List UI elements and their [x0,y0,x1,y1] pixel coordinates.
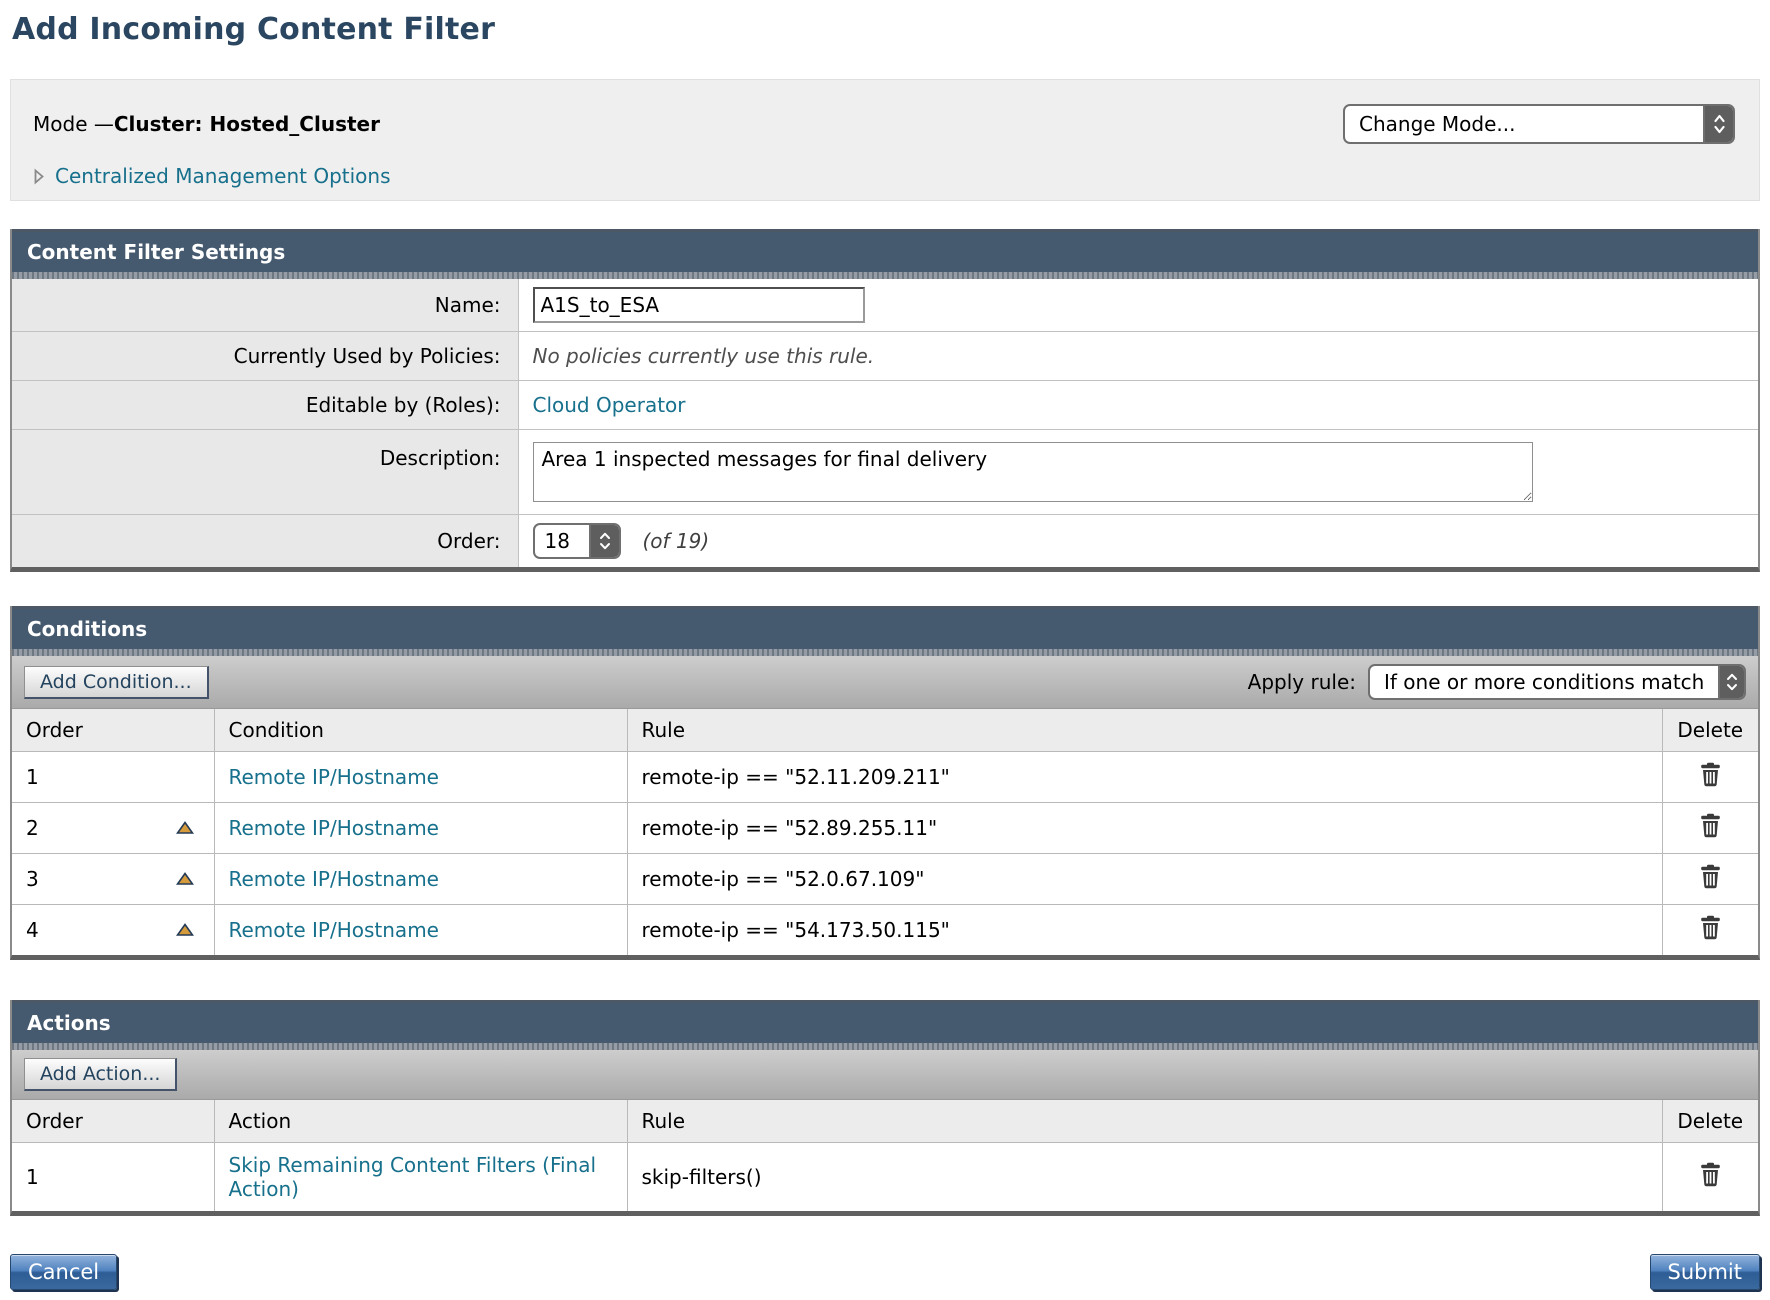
settings-section-header: Content Filter Settings [12,229,1758,272]
dotted-divider [12,272,1758,279]
change-mode-select[interactable]: Change Mode... [1343,104,1735,144]
condition-order: 4 [26,918,39,942]
condition-link[interactable]: Remote IP/Hostname [229,918,439,942]
actions-toolbar: Add Action... [12,1050,1758,1100]
dotted-divider [12,1043,1758,1050]
column-header-order: Order [12,1100,214,1143]
condition-row: 4 Remote IP/Hostname remote-ip == "54.17… [12,905,1758,956]
conditions-panel: Conditions Add Condition... Apply rule: … [10,606,1760,960]
column-header-order: Order [12,709,214,752]
condition-link[interactable]: Remote IP/Hostname [229,765,439,789]
trash-icon[interactable] [1699,762,1722,787]
trash-icon[interactable] [1699,864,1722,889]
column-header-rule: Rule [627,709,1662,752]
add-action-button[interactable]: Add Action... [24,1058,177,1091]
select-spinner-icon [1703,106,1733,142]
page-root: Add Incoming Content Filter Mode —Cluste… [0,0,1770,1300]
settings-row-policies: Currently Used by Policies: No policies … [12,332,1758,381]
column-header-delete: Delete [1662,709,1758,752]
conditions-toolbar: Add Condition... Apply rule: If one or m… [12,656,1758,709]
footer-bar: Cancel Submit [10,1254,1760,1300]
settings-table: Name: Currently Used by Policies: No pol… [12,279,1758,567]
condition-order: 3 [26,867,39,891]
condition-link[interactable]: Remote IP/Hostname [229,867,439,891]
order-of-text: (of 19) [643,529,710,553]
move-up-arrow-icon[interactable] [176,821,194,835]
order-label: Order: [12,515,518,568]
select-spinner-icon [1718,666,1744,698]
apply-rule-label: Apply rule: [1248,670,1356,694]
condition-link[interactable]: Remote IP/Hostname [229,816,439,840]
apply-rule-group: Apply rule: If one or more conditions ma… [1248,664,1746,700]
apply-rule-select-value: If one or more conditions match [1370,666,1718,698]
name-label: Name: [12,279,518,332]
condition-order: 2 [26,816,39,840]
condition-order: 1 [26,765,39,789]
settings-row-order: Order: 18 (of 19) [12,515,1758,568]
conditions-table: Order Condition Rule Delete 1 Remote IP/… [12,709,1758,955]
settings-row-roles: Editable by (Roles): Cloud Operator [12,381,1758,430]
mode-panel: Mode —Cluster: Hosted_Cluster Change Mod… [10,79,1760,201]
move-up-arrow-icon[interactable] [176,872,194,886]
submit-button[interactable]: Submit [1650,1254,1761,1290]
disclosure-triangle-icon [33,168,45,185]
order-select[interactable]: 18 [533,523,621,559]
action-order: 1 [26,1165,39,1189]
actions-panel: Actions Add Action... Order Action Rule … [10,1000,1760,1216]
description-label: Description: [12,430,518,515]
settings-row-name: Name: [12,279,1758,332]
centralized-management-options[interactable]: Centralized Management Options [33,164,1735,188]
roles-label: Editable by (Roles): [12,381,518,430]
roles-value-link[interactable]: Cloud Operator [533,393,686,417]
cancel-button[interactable]: Cancel [10,1254,117,1290]
centralized-management-options-link[interactable]: Centralized Management Options [55,164,391,188]
description-textarea[interactable]: Area 1 inspected messages for final deli… [533,442,1533,502]
page-title: Add Incoming Content Filter [12,12,1760,47]
condition-rule: remote-ip == "54.173.50.115" [642,918,950,942]
dotted-divider [12,649,1758,656]
mode-dash: — [94,112,114,136]
policies-value: No policies currently use this rule. [533,344,875,368]
name-input[interactable] [533,287,865,323]
column-header-condition: Condition [214,709,627,752]
mode-label: Mode [33,112,94,136]
condition-rule: remote-ip == "52.11.209.211" [642,765,950,789]
actions-section-header: Actions [12,1000,1758,1043]
conditions-section-header: Conditions [12,606,1758,649]
mode-value: Cluster: Hosted_Cluster [114,112,380,136]
content-filter-settings-panel: Content Filter Settings Name: Currently … [10,229,1760,572]
column-header-rule: Rule [627,1100,1662,1143]
action-rule: skip-filters() [642,1165,762,1189]
trash-icon[interactable] [1699,915,1722,940]
order-select-value: 18 [535,525,589,557]
apply-rule-select[interactable]: If one or more conditions match [1368,664,1746,700]
action-row: 1 Skip Remaining Content Filters (Final … [12,1143,1758,1212]
conditions-header-row: Order Condition Rule Delete [12,709,1758,752]
change-mode-select-value: Change Mode... [1345,106,1703,142]
add-condition-button[interactable]: Add Condition... [24,666,209,699]
settings-row-description: Description: Area 1 inspected messages f… [12,430,1758,515]
condition-rule: remote-ip == "52.0.67.109" [642,867,925,891]
move-up-arrow-icon[interactable] [176,923,194,937]
action-link[interactable]: Skip Remaining Content Filters (Final Ac… [229,1153,597,1201]
column-header-delete: Delete [1662,1100,1758,1143]
actions-header-row: Order Action Rule Delete [12,1100,1758,1143]
column-header-action: Action [214,1100,627,1143]
mode-text: Mode —Cluster: Hosted_Cluster [33,112,380,136]
select-spinner-icon [589,525,619,557]
condition-row: 3 Remote IP/Hostname remote-ip == "52.0.… [12,854,1758,905]
condition-row: 1 Remote IP/Hostname remote-ip == "52.11… [12,752,1758,803]
trash-icon[interactable] [1699,1162,1722,1187]
mode-row: Mode —Cluster: Hosted_Cluster Change Mod… [33,104,1735,144]
condition-row: 2 Remote IP/Hostname remote-ip == "52.89… [12,803,1758,854]
actions-table: Order Action Rule Delete 1 Skip Remainin… [12,1100,1758,1211]
policies-label: Currently Used by Policies: [12,332,518,381]
condition-rule: remote-ip == "52.89.255.11" [642,816,938,840]
trash-icon[interactable] [1699,813,1722,838]
